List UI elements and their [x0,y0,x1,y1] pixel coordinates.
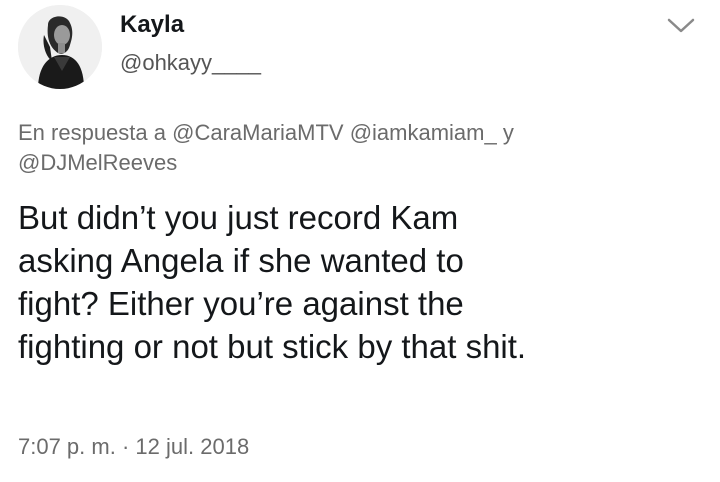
avatar[interactable] [18,5,102,89]
mention-link[interactable]: @CaraMariaMTV [172,120,343,145]
tweet-text-line: fight? Either you’re against the [18,285,464,322]
tweet-text-line: asking Angela if she wanted to [18,242,464,279]
author-block: Kayla @ohkayy____ [120,10,261,78]
reply-prefix: En respuesta a [18,120,166,145]
tweet-text-line: fighting or not but stick by that shit. [18,328,527,365]
tweet-card: Kayla @ohkayy____ En respuesta a @CaraMa… [0,0,720,482]
timestamp[interactable]: 7:07 p. m. · 12 jul. 2018 [18,432,249,462]
reply-context: En respuesta a @CaraMariaMTV @iamkamiam_… [18,118,658,178]
timestamp-separator: · [121,434,130,459]
tweet-time: 7:07 p. m. [18,434,116,459]
chevron-down-icon[interactable] [666,14,696,36]
tweet-date: 12 jul. 2018 [135,434,250,459]
mention-link[interactable]: @iamkamiam_ [350,120,497,145]
profile-photo-icon [18,5,102,89]
reply-joiner: y [502,120,514,145]
user-handle[interactable]: @ohkayy____ [120,48,261,78]
display-name[interactable]: Kayla [120,10,261,40]
tweet-text-line: But didn’t you just record Kam [18,199,459,236]
tweet-text: But didn’t you just record Kam asking An… [18,196,708,368]
mention-link[interactable]: @DJMelReeves [18,150,177,175]
